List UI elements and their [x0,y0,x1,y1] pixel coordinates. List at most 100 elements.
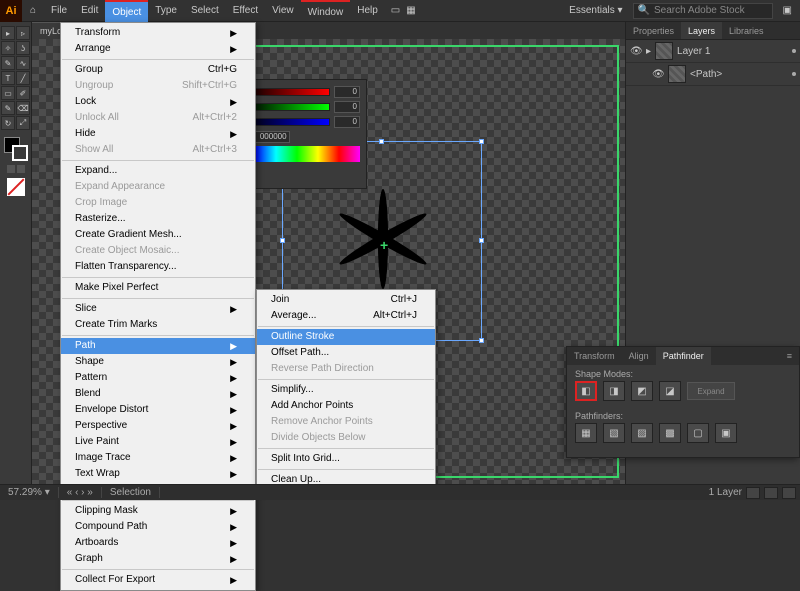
menu-item[interactable]: Flatten Transparency... [61,259,255,275]
menu-object[interactable]: Object [105,0,148,22]
share-icon[interactable]: ▭ [391,5,400,16]
expand-button[interactable]: Expand [687,382,735,400]
selection-tool[interactable]: ▸ [1,26,15,40]
menu-item[interactable]: Graph▶ [61,551,255,567]
menu-item[interactable]: Envelope Distort▶ [61,402,255,418]
shaper-tool[interactable]: ✎ [1,101,15,115]
chevron-right-icon[interactable]: ▸ [646,46,651,57]
tab-properties[interactable]: Properties [626,22,681,39]
status-icon[interactable] [746,487,760,499]
grid-icon[interactable]: ▦ [406,5,415,16]
menu-item[interactable]: Slice▶ [61,301,255,317]
panel-menu-icon[interactable]: ≡ [780,347,799,365]
menu-item[interactable]: Image Trace▶ [61,450,255,466]
menu-item[interactable]: Compound Path▶ [61,519,255,535]
layer-row[interactable]: 👁 <Path> [626,63,800,86]
menu-item[interactable]: Create Trim Marks [61,317,255,333]
stroke-swatch[interactable] [12,145,28,161]
paintbrush-tool[interactable]: ✐ [16,86,30,100]
menu-item[interactable]: Live Paint▶ [61,434,255,450]
menu-item[interactable]: Split Into Grid... [257,451,435,467]
none-color-icon[interactable] [7,178,25,196]
merge-button[interactable]: ▨ [631,423,653,443]
fill-stroke-swatch[interactable] [4,137,28,161]
tab-libraries[interactable]: Libraries [722,22,771,39]
tab-align[interactable]: Align [622,347,656,365]
menu-item[interactable]: Hide▶ [61,126,255,142]
intersect-button[interactable]: ◩ [631,381,653,401]
curvature-tool[interactable]: ∿ [16,56,30,70]
line-tool[interactable]: ╱ [16,71,30,85]
menu-select[interactable]: Select [184,0,226,22]
menu-item[interactable]: Offset Path... [257,345,435,361]
divide-button[interactable]: ▦ [575,423,597,443]
magic-wand-tool[interactable]: ✧ [1,41,15,55]
type-tool[interactable]: T [1,71,15,85]
menu-help[interactable]: Help [350,0,385,22]
pen-tool[interactable]: ✎ [1,56,15,70]
layer-name[interactable]: <Path> [690,69,722,80]
menu-type[interactable]: Type [148,0,184,22]
exclude-button[interactable]: ◪ [659,381,681,401]
menu-item[interactable]: Shape▶ [61,354,255,370]
menu-item[interactable]: Transform▶ [61,25,255,41]
workspace-switcher[interactable]: Essentials ▾ [569,5,622,16]
menu-item[interactable]: Blend▶ [61,386,255,402]
delete-icon[interactable] [782,487,796,499]
menu-item[interactable]: Lock▶ [61,94,255,110]
menu-edit[interactable]: Edit [74,0,105,22]
tab-transform[interactable]: Transform [567,347,622,365]
nav-arrows[interactable]: « ‹ › » [59,487,102,498]
menu-item[interactable]: Pattern▶ [61,370,255,386]
menu-item[interactable]: Rasterize... [61,211,255,227]
trim-button[interactable]: ▧ [603,423,625,443]
menu-item[interactable]: Collect For Export▶ [61,572,255,588]
g-slider[interactable] [246,103,330,111]
menu-item[interactable]: Expand... [61,163,255,179]
r-slider[interactable] [245,88,330,96]
menu-item[interactable]: Path▶ [61,338,255,354]
unite-button[interactable]: ◧ [575,381,597,401]
minus-back-button[interactable]: ▣ [715,423,737,443]
menu-item[interactable]: Simplify... [257,382,435,398]
menu-item[interactable]: Create Gradient Mesh... [61,227,255,243]
menu-file[interactable]: File [44,0,74,22]
menu-item[interactable]: Make Pixel Perfect [61,280,255,296]
b-value[interactable]: 0 [334,116,360,128]
menu-item[interactable]: GroupCtrl+G [61,62,255,78]
menu-item[interactable]: Arrange▶ [61,41,255,57]
menu-effect[interactable]: Effect [226,0,265,22]
new-layer-icon[interactable] [764,487,778,499]
layer-row[interactable]: 👁 ▸ Layer 1 [626,40,800,63]
menu-item[interactable]: JoinCtrl+J [257,292,435,308]
outline-button[interactable]: ▢ [687,423,709,443]
r-value[interactable]: 0 [334,86,360,98]
search-stock-input[interactable]: 🔍 Search Adobe Stock [633,3,773,19]
direct-select-tool[interactable]: ▹ [16,26,30,40]
menu-item[interactable]: Perspective▶ [61,418,255,434]
menu-item[interactable]: Average...Alt+Ctrl+J [257,308,435,324]
scale-tool[interactable]: ⤢ [16,116,30,130]
tab-pathfinder[interactable]: Pathfinder [656,347,711,365]
visibility-icon[interactable]: 👁 [630,46,642,57]
visibility-icon[interactable]: 👁 [652,69,664,80]
crop-button[interactable]: ▩ [659,423,681,443]
tab-layers[interactable]: Layers [681,22,722,39]
eraser-tool[interactable]: ⌫ [16,101,30,115]
menu-view[interactable]: View [265,0,301,22]
menu-item[interactable]: Outline Stroke [257,329,435,345]
rotate-tool[interactable]: ↻ [1,116,15,130]
layer-name[interactable]: Layer 1 [677,46,710,57]
menu-window[interactable]: Window [301,0,351,22]
lasso-tool[interactable]: ʖ [16,41,30,55]
target-dot[interactable] [792,49,796,53]
minus-front-button[interactable]: ◨ [603,381,625,401]
rectangle-tool[interactable]: ▭ [1,86,15,100]
arrange-docs-icon[interactable]: ▣ [783,5,792,16]
menu-item[interactable]: Clipping Mask▶ [61,503,255,519]
zoom-level[interactable]: 57.29% ▾ [0,487,59,498]
color-mode-toggles[interactable] [7,165,25,175]
target-dot[interactable] [792,72,796,76]
b-slider[interactable] [245,118,330,126]
home-icon[interactable]: ⌂ [22,5,44,16]
